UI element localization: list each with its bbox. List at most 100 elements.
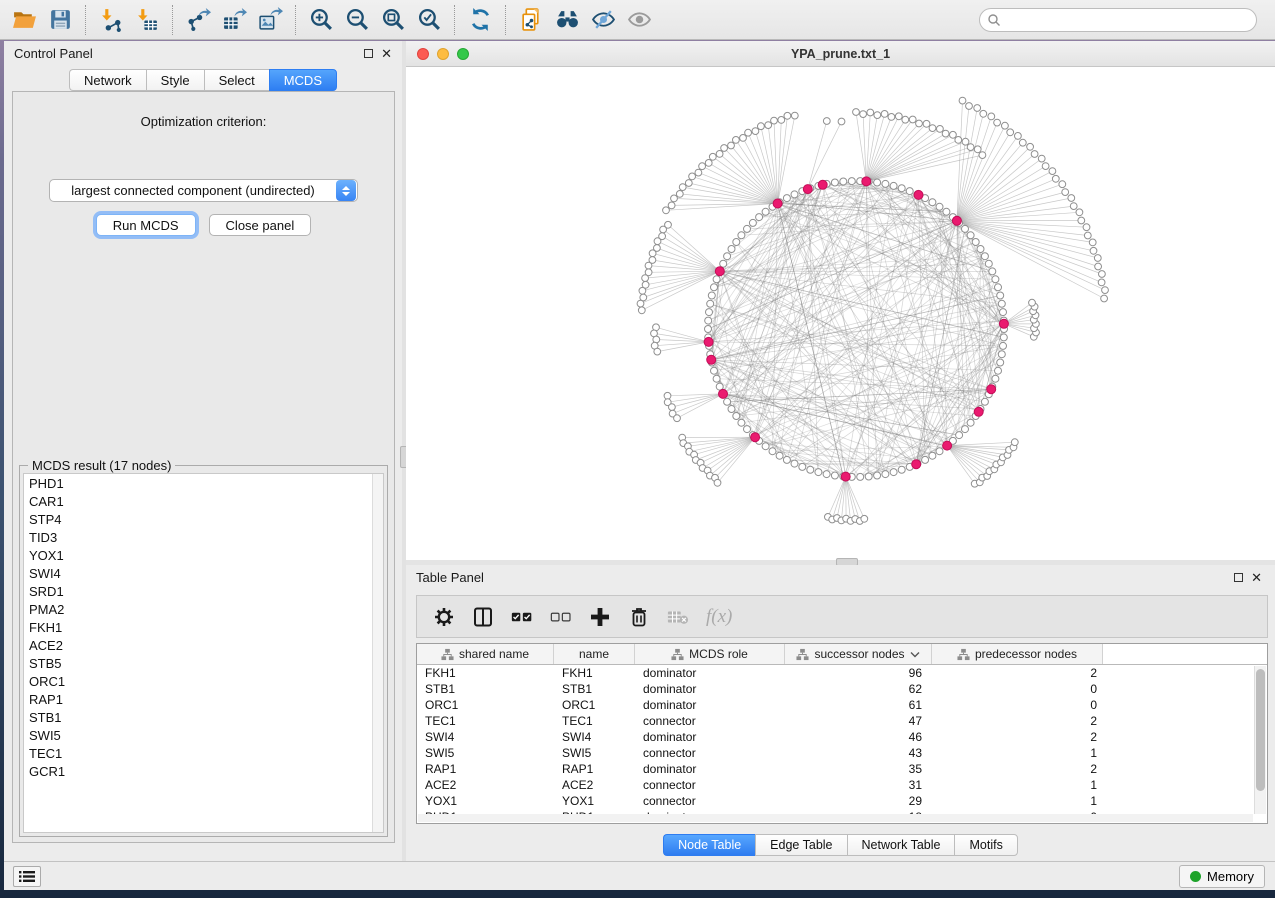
- tab-network[interactable]: Network: [69, 69, 146, 91]
- table-row[interactable]: YOX1 YOX1 connector 29 1: [417, 793, 1267, 809]
- cell-mcds-role: connector: [635, 793, 785, 809]
- mcds-result-item[interactable]: STB5: [24, 654, 383, 672]
- tab-mcds[interactable]: MCDS: [269, 69, 337, 91]
- equation-builder-button[interactable]: f(x): [706, 606, 732, 628]
- cell-mcds-role: connector: [635, 745, 785, 761]
- cell-filler: [1103, 729, 1267, 745]
- mcds-result-item[interactable]: CAR1: [24, 492, 383, 510]
- table-row[interactable]: ORC1 ORC1 dominator 61 0: [417, 697, 1267, 713]
- tab-motifs[interactable]: Motifs: [954, 834, 1017, 856]
- mcds-result-item[interactable]: SWI4: [24, 564, 383, 582]
- zoom-fit-button[interactable]: [375, 3, 411, 37]
- settings-gear-button[interactable]: [433, 606, 455, 628]
- select-all-button[interactable]: [511, 606, 533, 628]
- mcds-result-item[interactable]: YOX1: [24, 546, 383, 564]
- memory-button[interactable]: Memory: [1179, 865, 1265, 888]
- mcds-result-item[interactable]: STB1: [24, 708, 383, 726]
- mcds-result-item[interactable]: TEC1: [24, 744, 383, 762]
- table-row[interactable]: SWI4 SWI4 dominator 46 2: [417, 729, 1267, 745]
- column-header-mcds-role[interactable]: MCDS role: [635, 644, 785, 664]
- table-row[interactable]: STB1 STB1 dominator 62 0: [417, 681, 1267, 697]
- table-row[interactable]: RAP1 RAP1 dominator 35 2: [417, 761, 1267, 777]
- table-row[interactable]: TEC1 TEC1 connector 47 2: [417, 713, 1267, 729]
- tab-style[interactable]: Style: [146, 69, 204, 91]
- eye-icon: [627, 7, 652, 32]
- column-header-name[interactable]: name: [554, 644, 635, 664]
- network-window-titlebar[interactable]: YPA_prune.txt_1: [406, 41, 1275, 67]
- scrollbar-thumb[interactable]: [1256, 669, 1265, 791]
- mcds-result-item[interactable]: ACE2: [24, 636, 383, 654]
- tab-node-table[interactable]: Node Table: [663, 834, 755, 856]
- close-panel-button[interactable]: Close panel: [209, 214, 312, 236]
- tab-select[interactable]: Select: [204, 69, 269, 91]
- refresh-icon: [468, 7, 493, 32]
- column-header-shared-name[interactable]: shared name: [417, 644, 554, 664]
- mcds-result-item[interactable]: TID3: [24, 528, 383, 546]
- table-row[interactable]: SWI5 SWI5 connector 43 1: [417, 745, 1267, 761]
- search-input[interactable]: [1001, 10, 1256, 30]
- clone-network-button[interactable]: [513, 3, 549, 37]
- network-window-title: YPA_prune.txt_1: [406, 47, 1275, 61]
- mcds-result-item[interactable]: RAP1: [24, 690, 383, 708]
- save-session-button[interactable]: [42, 3, 78, 37]
- deselect-all-button[interactable]: [550, 606, 572, 628]
- mcds-result-item[interactable]: FKH1: [24, 618, 383, 636]
- zoom-in-button[interactable]: [303, 3, 339, 37]
- add-column-button[interactable]: [589, 606, 611, 628]
- cell-shared-name: ORC1: [417, 697, 554, 713]
- table-row[interactable]: FKH1 FKH1 dominator 96 2: [417, 665, 1267, 681]
- split-columns-button[interactable]: [472, 606, 494, 628]
- cell-filler: [1103, 713, 1267, 729]
- search-field[interactable]: [979, 8, 1257, 32]
- delete-column-button[interactable]: [628, 606, 650, 628]
- table-vertical-scrollbar[interactable]: [1254, 666, 1266, 814]
- mcds-result-item[interactable]: GCR1: [24, 762, 383, 780]
- mcds-result-item[interactable]: STP4: [24, 510, 383, 528]
- table-horizontal-scrollbar[interactable]: [418, 814, 1253, 822]
- mcds-result-item[interactable]: SRD1: [24, 582, 383, 600]
- maximize-traffic-light[interactable]: [457, 48, 469, 60]
- close-panel-icon[interactable]: ✕: [1251, 573, 1262, 582]
- tab-network-table[interactable]: Network Table: [847, 834, 955, 856]
- delete-table-button[interactable]: [667, 606, 689, 628]
- close-traffic-light[interactable]: [417, 48, 429, 60]
- mcds-result-item[interactable]: ORC1: [24, 672, 383, 690]
- export-table-button[interactable]: [216, 3, 252, 37]
- column-header-successor-nodes[interactable]: successor nodes: [785, 644, 932, 664]
- cell-shared-name: RAP1: [417, 761, 554, 777]
- zoom-selected-button[interactable]: [411, 3, 447, 37]
- refresh-view-button[interactable]: [462, 3, 498, 37]
- zoom-out-button[interactable]: [339, 3, 375, 37]
- import-network-button[interactable]: [93, 3, 129, 37]
- hide-selected-button[interactable]: [585, 3, 621, 37]
- export-image-button[interactable]: [252, 3, 288, 37]
- result-scrollbar[interactable]: [372, 474, 383, 832]
- find-button[interactable]: [549, 3, 585, 37]
- minimize-traffic-light[interactable]: [437, 48, 449, 60]
- tab-edge-table[interactable]: Edge Table: [755, 834, 846, 856]
- run-mcds-button[interactable]: Run MCDS: [96, 214, 196, 236]
- close-panel-icon[interactable]: ✕: [381, 49, 392, 58]
- float-panel-icon[interactable]: [364, 49, 373, 58]
- network-graph: [406, 67, 1275, 560]
- delete-table-icon: [667, 606, 689, 628]
- mcds-result-item[interactable]: PHD1: [24, 474, 383, 492]
- cell-predecessor-nodes: 1: [932, 777, 1103, 793]
- criterion-select[interactable]: largest connected component (undirected): [49, 179, 358, 202]
- float-panel-icon[interactable]: [1234, 573, 1243, 582]
- mcds-result-item[interactable]: PMA2: [24, 600, 383, 618]
- export-table-icon: [222, 7, 247, 32]
- import-table-button[interactable]: [129, 3, 165, 37]
- network-canvas[interactable]: [406, 67, 1275, 560]
- table-row[interactable]: ACE2 ACE2 connector 31 1: [417, 777, 1267, 793]
- mcds-result-title: MCDS result (17 nodes): [28, 458, 175, 473]
- open-file-button[interactable]: [6, 3, 42, 37]
- show-all-button[interactable]: [621, 3, 657, 37]
- column-header-predecessor-nodes[interactable]: predecessor nodes: [932, 644, 1103, 664]
- cell-shared-name: SWI5: [417, 745, 554, 761]
- mcds-result-list[interactable]: PHD1CAR1STP4TID3YOX1SWI4SRD1PMA2FKH1ACE2…: [23, 473, 384, 833]
- mcds-result-item[interactable]: SWI5: [24, 726, 383, 744]
- cell-successor-nodes: 62: [785, 681, 932, 697]
- show-panels-button[interactable]: [13, 866, 41, 887]
- export-network-button[interactable]: [180, 3, 216, 37]
